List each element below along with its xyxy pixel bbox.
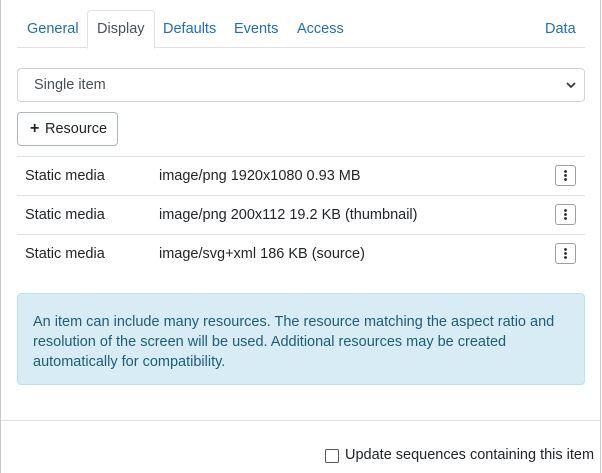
resource-type: Static media [25, 207, 105, 223]
resource-row: Static media image/svg+xml 186 KB (sourc… [17, 234, 585, 273]
panel-right-border [600, 0, 601, 473]
tab-general[interactable]: General [17, 10, 89, 48]
resource-menu-button[interactable] [555, 204, 576, 225]
tab-data[interactable]: Data [535, 10, 586, 48]
footer-divider [1, 420, 600, 421]
resource-description: image/svg+xml 186 KB (source) [159, 246, 365, 262]
more-vertical-icon [564, 209, 567, 220]
tab-display[interactable]: Display [87, 10, 155, 49]
panel-left-border [0, 0, 1, 473]
resource-row: Static media image/png 200x112 19.2 KB (… [17, 195, 585, 234]
display-mode-select[interactable]: Single item [17, 68, 585, 102]
more-vertical-icon [564, 170, 567, 181]
tab-defaults[interactable]: Defaults [153, 10, 226, 48]
resource-description: image/png 200x112 19.2 KB (thumbnail) [159, 207, 418, 223]
tab-bar: General Display Defaults Events Access D… [17, 10, 586, 49]
resource-menu-button[interactable] [555, 243, 576, 264]
display-mode-value: Single item [34, 77, 106, 93]
add-resource-label: Resource [45, 121, 108, 137]
update-sequences-checkbox[interactable] [325, 449, 339, 463]
resource-type: Static media [25, 246, 105, 262]
tab-access[interactable]: Access [287, 10, 354, 48]
info-alert: An item can include many resources. The … [17, 293, 585, 385]
more-vertical-icon [564, 248, 567, 259]
resource-table: Static media image/png 1920x1080 0.93 MB… [17, 156, 585, 273]
tab-events[interactable]: Events [224, 10, 288, 48]
resource-type: Static media [25, 168, 105, 184]
chevron-down-icon [566, 82, 576, 89]
plus-icon: + [30, 120, 40, 137]
resource-description: image/png 1920x1080 0.93 MB [159, 168, 361, 184]
resource-menu-button[interactable] [555, 165, 576, 186]
update-sequences-label[interactable]: Update sequences containing this item [345, 447, 594, 463]
resource-row: Static media image/png 1920x1080 0.93 MB [17, 156, 585, 195]
add-resource-button[interactable]: + Resource [17, 112, 118, 146]
